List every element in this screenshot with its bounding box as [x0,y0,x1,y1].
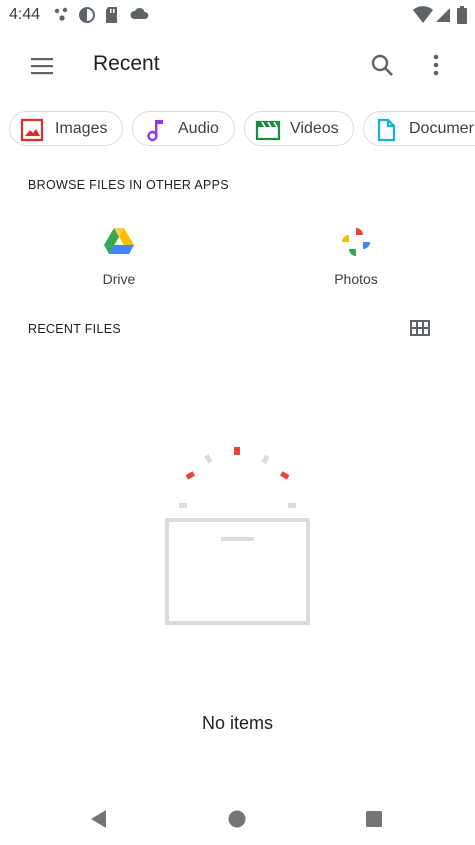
search-button[interactable] [362,46,402,86]
cell-signal-icon [436,8,450,22]
image-icon [20,118,44,142]
hamburger-menu-icon [31,58,53,75]
filter-chips: Images Audio Videos Documer [0,110,475,150]
empty-folder-illustration [165,447,310,625]
chip-label: Images [55,120,108,137]
chip-images[interactable]: Images [9,111,123,146]
music-note-icon [147,120,163,142]
movie-icon [255,120,281,141]
app-tile-label: Photos [334,271,378,287]
chip-audio[interactable]: Audio [132,111,235,146]
wifi-icon [413,6,433,23]
app-tile-drive[interactable]: Drive [59,218,179,298]
app-tile-photos[interactable]: Photos [296,218,416,298]
more-options-button[interactable] [416,46,456,86]
cloud-icon [130,7,149,20]
back-button[interactable] [85,804,115,834]
system-nav-bar [0,790,475,845]
google-photos-icon [342,228,370,256]
search-icon [371,54,393,76]
back-icon [91,810,106,828]
chip-label: Documer [409,120,474,137]
status-bar: 4:44 [0,0,475,30]
battery-icon [457,6,467,24]
grid-view-icon [410,320,430,336]
home-button[interactable] [222,804,252,834]
chip-videos[interactable]: Videos [244,111,354,146]
chip-documents[interactable]: Documer [363,111,475,146]
document-icon [377,118,396,142]
chip-label: Audio [178,120,219,137]
assistant-icon [54,7,68,21]
recents-button[interactable] [359,804,389,834]
recent-files-heading: RECENT FILES [28,322,121,336]
status-time: 4:44 [9,6,41,23]
chip-label: Videos [290,120,339,137]
more-vert-icon [433,54,439,76]
empty-state-text: No items [201,713,273,733]
browse-section-heading: BROWSE FILES IN OTHER APPS [28,178,229,192]
menu-button[interactable] [22,46,62,86]
sd-card-icon [106,7,117,23]
view-toggle-button[interactable] [404,312,436,344]
home-icon [228,810,246,828]
page-title: Recent [93,52,160,75]
circle-status-icon [79,7,95,23]
app-tile-label: Drive [102,271,136,287]
recents-icon [366,811,382,827]
app-bar: Recent [0,30,475,100]
google-drive-icon [104,228,134,254]
